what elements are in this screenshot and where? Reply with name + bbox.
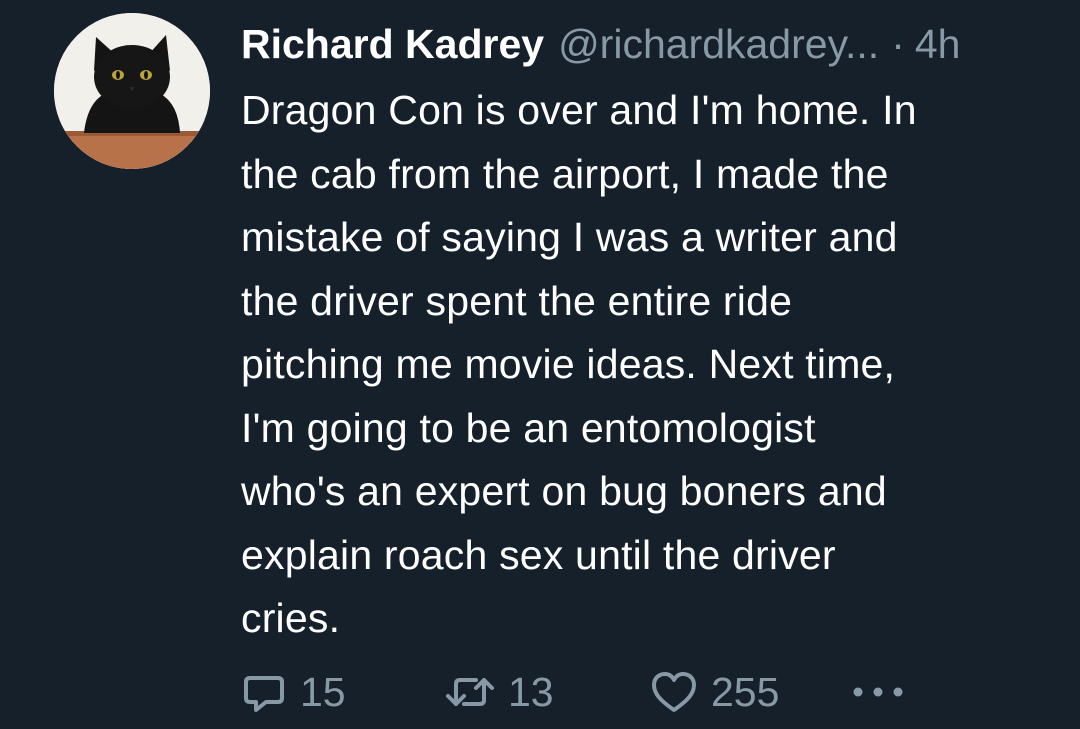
like-count: 255 (711, 669, 780, 715)
tweet[interactable]: Richard Kadrey @richardkadrey... · 4h Drago… (0, 0, 1080, 729)
user-handle[interactable]: @richardkadrey... (558, 21, 879, 67)
like-button[interactable]: 255 (649, 664, 779, 720)
more-options-button[interactable] (850, 664, 906, 720)
retweet-count: 13 (508, 669, 554, 715)
header-separator: · (891, 21, 905, 67)
avatar[interactable] (54, 13, 210, 169)
heart-icon (649, 668, 699, 716)
tweet-timestamp[interactable]: 4h (915, 21, 961, 67)
reply-count: 15 (300, 669, 346, 715)
tweet-actions: 15 13 255 (0, 664, 1080, 720)
retweet-icon (444, 668, 496, 716)
display-name[interactable]: Richard Kadrey (241, 21, 544, 67)
reply-icon (240, 668, 288, 716)
tweet-header: Richard Kadrey @richardkadrey... · 4h (241, 16, 960, 72)
retweet-button[interactable]: 13 (444, 664, 554, 720)
black-cat-avatar-icon (54, 13, 210, 169)
reply-button[interactable]: 15 (240, 664, 346, 720)
more-icon (850, 682, 906, 702)
tweet-text: Dragon Con is over and I'm home. In the … (241, 87, 917, 641)
